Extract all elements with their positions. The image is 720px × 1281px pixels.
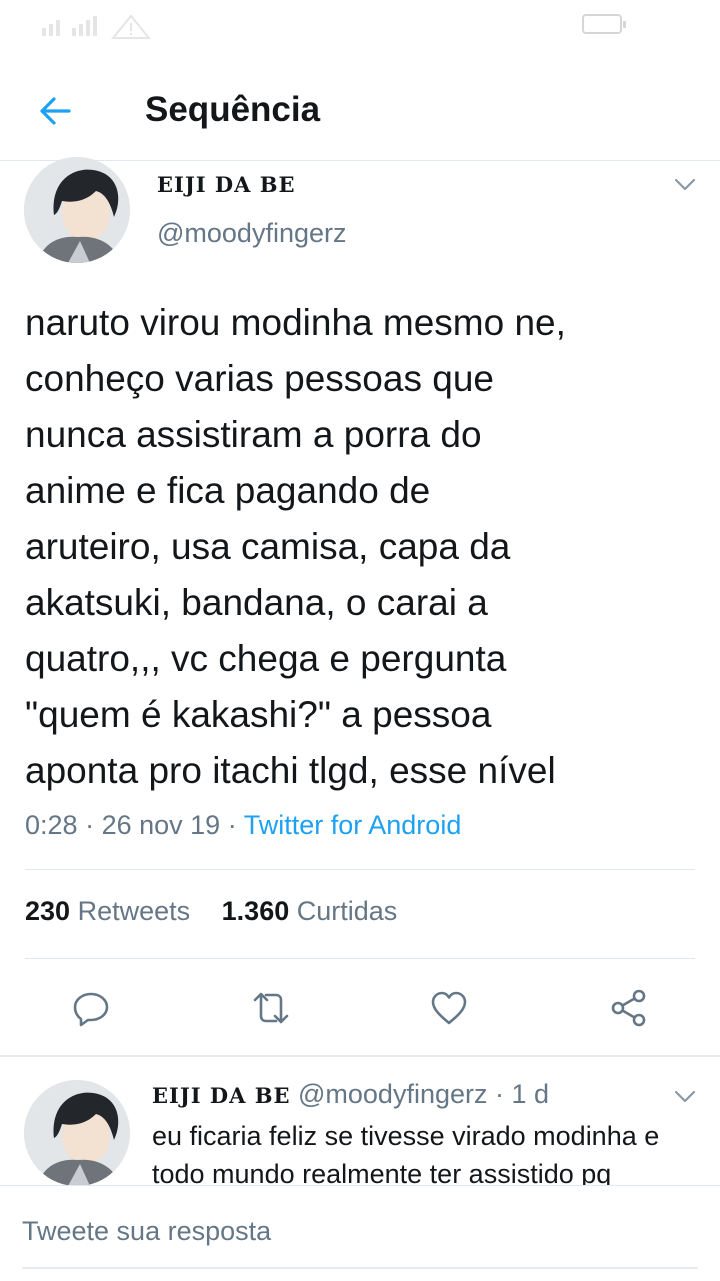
retweet-icon [253,992,289,1024]
meta-separator: · [227,810,237,840]
retweets-label: Retweets [77,896,191,926]
author-handle[interactable]: @moodyfingerz [157,218,347,249]
tweet-date: 26 nov 19 [101,810,221,840]
like-button[interactable] [426,985,472,1031]
reply-avatar[interactable] [24,1080,130,1186]
warning-icon [110,14,152,39]
reply-composer [0,1185,720,1281]
tweet-menu-button[interactable] [670,170,700,200]
likes-label: Curtidas [296,896,398,926]
section-separator [0,1055,720,1057]
tweet-actions [0,985,720,1035]
reply-separator: · [495,1079,505,1109]
likes-count: 1.360 [221,896,290,926]
reply-input[interactable] [22,1206,692,1256]
reply-age: 1 d [511,1079,550,1109]
author-name[interactable]: EIJI DA BE [157,172,295,197]
author-avatar[interactable] [24,157,130,263]
reply-text: eu ficaria feliz se tivesse virado modin… [152,1121,660,1185]
avatar-image [24,1080,130,1186]
share-icon [611,989,646,1027]
share-button[interactable] [606,985,652,1031]
tweet-text: naruto virou modinha mesmo ne, conheço v… [25,302,566,791]
reply-icon [73,992,109,1027]
divider [25,958,695,959]
reply-menu-button[interactable] [670,1082,700,1112]
page-title: Sequência [145,90,321,129]
reply-author-handle[interactable]: @moodyfingerz [298,1079,488,1109]
reply-header: EIJI DA BE @moodyfingerz · 1 d [152,1079,549,1110]
reply-button[interactable] [68,985,114,1031]
composer-underline [22,1267,698,1269]
reply-author-name[interactable]: EIJI DA BE [152,1083,290,1108]
battery-icon [582,14,626,34]
signal-icon [42,14,152,39]
status-bar [0,0,720,50]
avatar-image [24,157,130,263]
tweet-stats: 230 Retweets 1.360 Curtidas [25,896,421,927]
divider [25,869,695,870]
likes-stat[interactable]: 1.360 Curtidas [222,896,398,926]
chevron-down-icon [674,1090,696,1103]
tweet-time: 0:28 [25,810,78,840]
chevron-down-icon [674,178,696,191]
tweet-source-link[interactable]: Twitter for Android [244,810,462,840]
meta-separator: · [85,810,95,840]
tweet-meta: 0:28 · 26 nov 19 · Twitter for Android [25,810,461,841]
retweet-button[interactable] [248,985,294,1031]
retweets-count: 230 [25,896,71,926]
back-button[interactable] [32,88,78,134]
back-arrow-icon [40,97,71,125]
like-icon [431,991,467,1025]
retweets-stat[interactable]: 230 Retweets [25,896,190,926]
app-bar: Sequência [0,60,720,161]
